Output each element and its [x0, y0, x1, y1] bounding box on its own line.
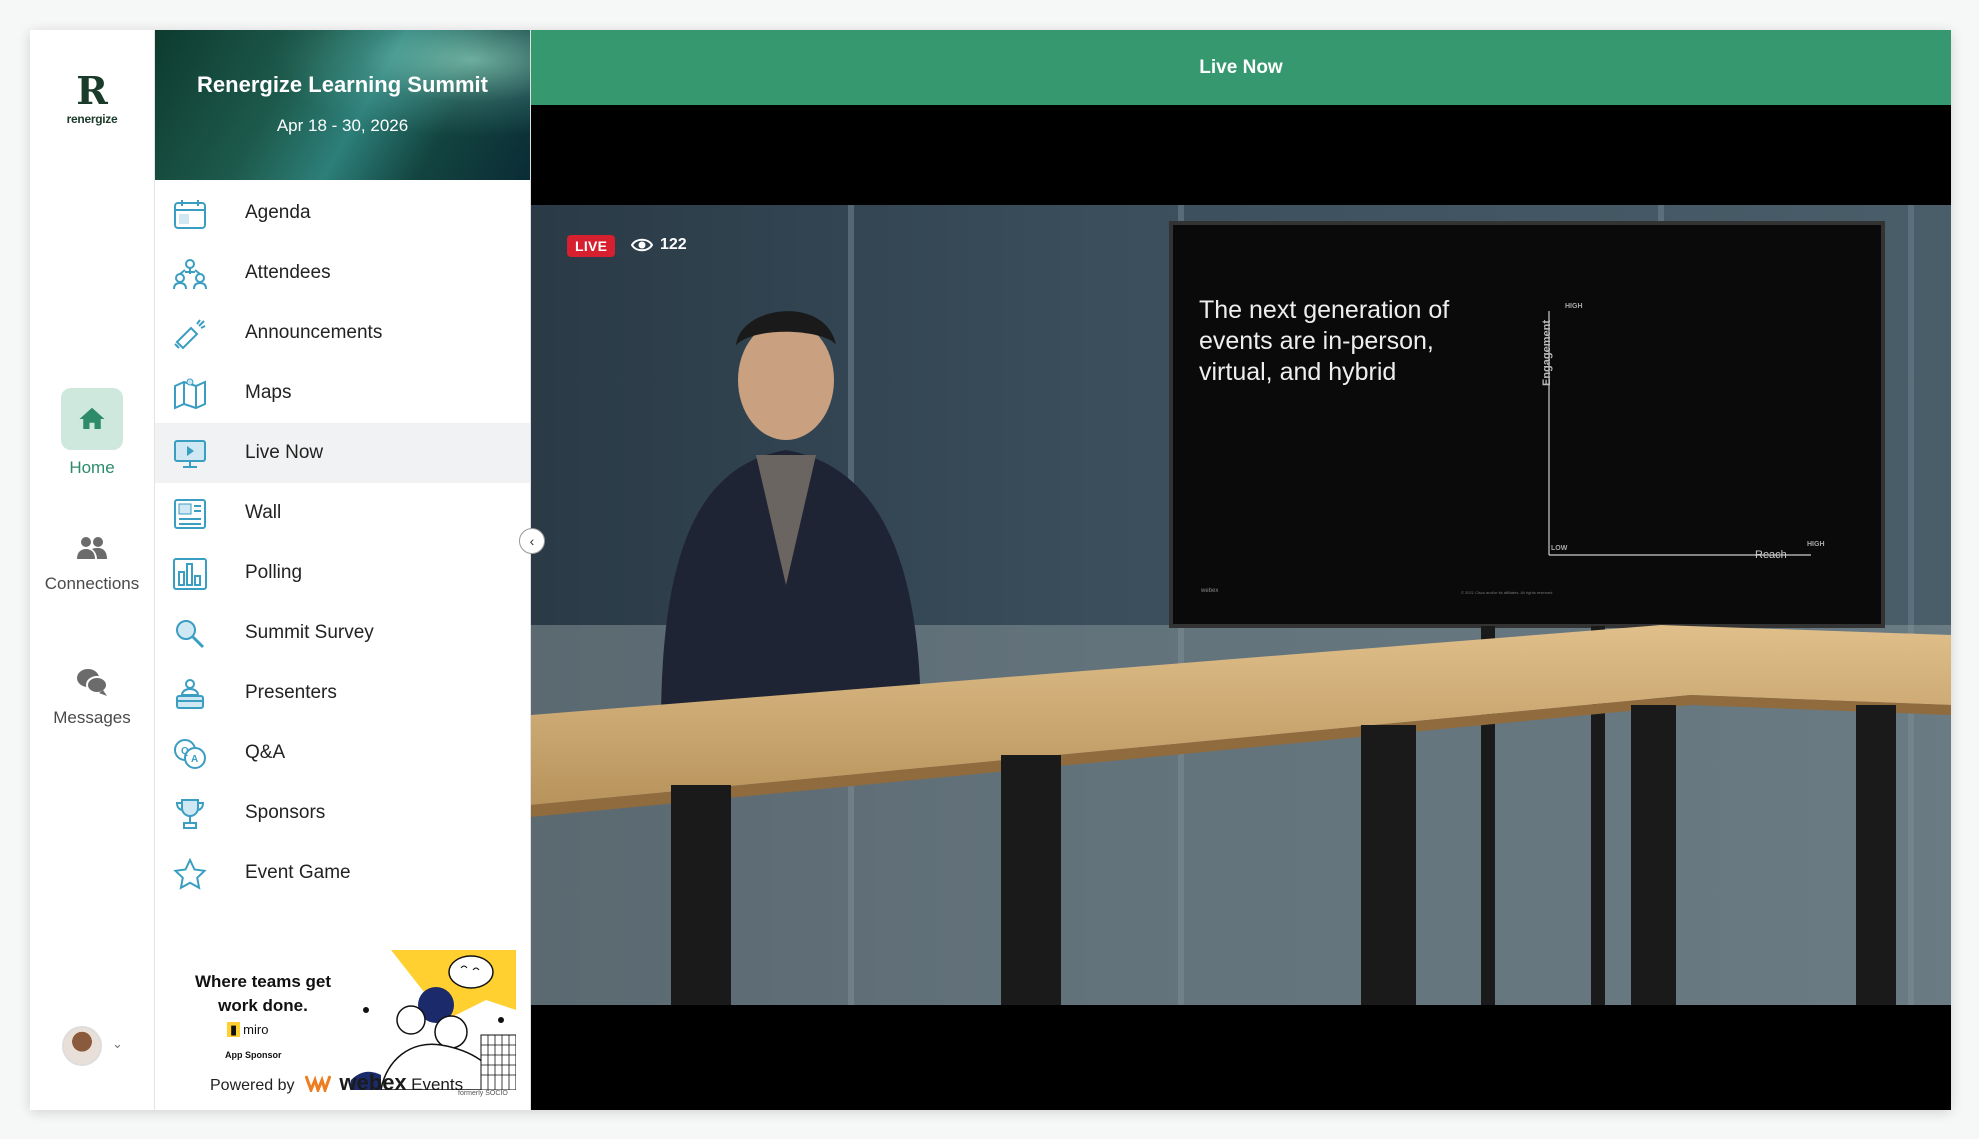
video-player[interactable]: LIVE 122 The next generation of events a…: [531, 205, 1951, 1005]
slide-footer-left: webex: [1201, 588, 1219, 594]
menu-list: Agenda Attendees Announcements Maps Live…: [155, 183, 530, 903]
rail-item-home[interactable]: Home: [30, 388, 154, 478]
chevron-down-icon[interactable]: ⌄: [112, 1036, 123, 1052]
menu-item-label: Presenters: [245, 682, 337, 703]
sponsor-role: App Sponsor: [225, 1050, 282, 1060]
menu-item-maps[interactable]: Maps: [155, 363, 530, 423]
menu-item-label: Live Now: [245, 442, 324, 463]
viewer-count: 122: [631, 236, 687, 254]
webex-logo-icon: [304, 1075, 332, 1095]
rail-item-label: Connections: [44, 574, 140, 593]
slide-axis-low: LOW: [1551, 545, 1568, 552]
slide-footer-right: © 2021 Cisco and/or its affiliates. All …: [1461, 590, 1554, 595]
attendees-icon: [173, 259, 207, 290]
svg-text:A: A: [191, 754, 198, 765]
wall-icon: [174, 499, 206, 529]
powered-product: Events: [411, 1075, 464, 1094]
svg-text:Q: Q: [181, 746, 189, 757]
powered-prefix: Powered by: [210, 1077, 295, 1094]
megaphone-icon: [174, 319, 206, 350]
bar-chart-icon: [173, 558, 207, 590]
page-title: Live Now: [531, 30, 1951, 105]
event-banner: Renergize Learning Summit Apr 18 - 30, 2…: [155, 30, 530, 180]
powered-brand: webex: [339, 1070, 407, 1095]
rail-item-label: Home: [69, 458, 115, 477]
slide-axis-high-top: HIGH: [1565, 303, 1583, 310]
eye-icon: [631, 238, 653, 252]
powered-by: Powered by webex Events formerly SOCIO: [210, 1070, 508, 1097]
menu-item-label: Polling: [245, 562, 303, 583]
event-dates: Apr 18 - 30, 2026: [276, 116, 409, 135]
menu-item-event-game[interactable]: Event Game: [155, 843, 530, 903]
menu-item-summit-survey[interactable]: Summit Survey: [155, 603, 530, 663]
slide-y-label: Engagement: [1541, 319, 1554, 387]
magnifier-icon: [176, 620, 205, 649]
trophy-icon: [175, 799, 205, 829]
powered-formerly: formerly SOCIO: [458, 1090, 508, 1097]
viewer-count-value: 122: [660, 236, 687, 253]
rail-item-connections[interactable]: Connections: [30, 530, 154, 594]
event-menu-panel: Renergize Learning Summit Apr 18 - 30, 2…: [155, 30, 531, 1110]
presenter-icon: [176, 679, 204, 709]
left-rail: R renergize Home Connections Messages ⌄: [30, 30, 155, 1110]
brand-logo[interactable]: R renergize: [52, 68, 132, 127]
menu-item-sponsors[interactable]: Sponsors: [155, 783, 530, 843]
sponsor-brand: miro: [243, 1022, 269, 1037]
menu-item-label: Summit Survey: [245, 622, 374, 643]
menu-item-label: Announcements: [245, 322, 383, 343]
sponsor-tagline: Where teams get work done.: [194, 972, 332, 1015]
menu-item-announcements[interactable]: Announcements: [155, 303, 530, 363]
home-icon: [61, 388, 123, 450]
avatar[interactable]: [62, 1026, 102, 1066]
menu-item-label: Event Game: [245, 862, 351, 883]
menu-item-label: Q&A: [245, 742, 286, 763]
menu-item-polling[interactable]: Polling: [155, 543, 530, 603]
monitor-play-icon: [174, 440, 206, 468]
event-title: Renergize Learning Summit: [197, 72, 488, 97]
map-icon: [174, 378, 206, 410]
sponsor-illustration: [351, 950, 516, 1090]
menu-item-label: Maps: [245, 382, 292, 403]
star-icon: [173, 858, 207, 890]
slide-title: The next generation of events are in-per…: [1199, 296, 1450, 386]
chevron-left-icon: ‹: [529, 533, 535, 549]
app-window: R renergize Home Connections Messages ⌄ …: [30, 30, 1951, 1110]
brand-name: renergize: [66, 112, 118, 126]
slide-axis-high-right: HIGH: [1807, 541, 1825, 548]
menu-item-label: Wall: [245, 502, 282, 523]
calendar-icon: [174, 200, 206, 229]
menu-item-live-now[interactable]: Live Now: [155, 423, 530, 483]
live-badge: LIVE: [567, 235, 616, 257]
menu-item-label: Agenda: [245, 202, 311, 223]
menu-item-label: Attendees: [245, 262, 331, 283]
menu-item-label: Sponsors: [245, 802, 326, 823]
slide-x-label: Reach: [1755, 549, 1787, 561]
rail-item-messages[interactable]: Messages: [30, 664, 154, 728]
qa-icon: QA: [174, 739, 206, 769]
chat-icon: [61, 664, 123, 700]
sponsor-logo: ▮ miro: [227, 1022, 268, 1038]
people-icon: [61, 530, 123, 566]
menu-item-presenters[interactable]: Presenters: [155, 663, 530, 723]
menu-item-agenda[interactable]: Agenda: [155, 183, 530, 243]
main-content: Live Now LIVE 122 The next generation of…: [531, 30, 1951, 1110]
menu-item-wall[interactable]: Wall: [155, 483, 530, 543]
collapse-menu-button[interactable]: ‹: [519, 528, 545, 554]
brand-mark: R: [76, 68, 108, 113]
rail-item-label: Messages: [53, 708, 131, 727]
menu-item-attendees[interactable]: Attendees: [155, 243, 530, 303]
miro-logo-icon: ▮: [227, 1022, 241, 1037]
menu-item-qa[interactable]: QA Q&A: [155, 723, 530, 783]
